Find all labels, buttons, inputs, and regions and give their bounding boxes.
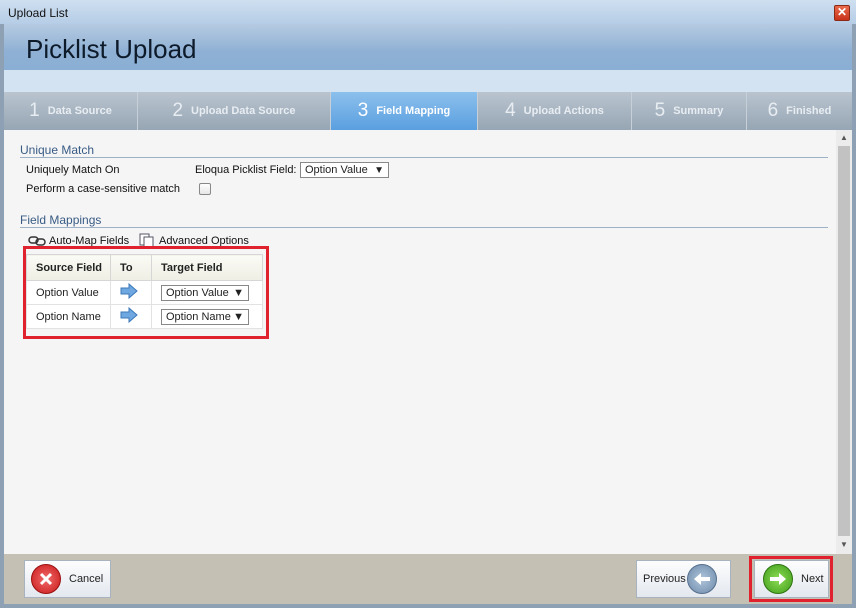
step-number: 2 [172,100,184,121]
step-label: Upload Actions [523,105,604,117]
scroll-down-icon[interactable]: ▼ [840,540,848,549]
wizard-steps: 1 Data Source 2 Upload Data Source 3 Fie… [4,92,852,130]
step-summary[interactable]: 5 Summary [632,92,747,130]
step-number: 1 [29,100,40,121]
window-title: Upload List [8,6,69,20]
vertical-scrollbar[interactable]: ▲ ▼ [836,130,852,554]
cancel-button[interactable]: Cancel [24,560,111,598]
step-label: Data Source [47,105,112,117]
cancel-icon [31,564,61,594]
previous-button[interactable]: Previous [636,560,731,598]
cancel-label: Cancel [69,573,104,585]
step-number: 3 [357,100,369,121]
scroll-up-icon[interactable]: ▲ [840,133,848,142]
header-band [4,70,852,92]
step-label: Summary [673,105,724,117]
step-label: Field Mapping [376,105,451,117]
picklist-field-label: Eloqua Picklist Field: [195,164,297,176]
unique-match-heading: Unique Match [20,143,828,158]
step-number: 5 [654,100,666,121]
mapping-highlight [23,246,269,339]
arrow-left-icon [686,564,717,594]
step-label: Finished [786,105,832,117]
step-finished[interactable]: 6 Finished [747,92,852,130]
step-field-mapping[interactable]: 3 Field Mapping [331,92,478,130]
select-value: Option Value [305,164,368,176]
case-sensitive-label: Perform a case-sensitive match [26,183,181,195]
step-number: 4 [505,100,516,121]
step-upload-actions[interactable]: 4 Upload Actions [478,92,632,130]
uniquely-match-on-label: Uniquely Match On [26,164,120,176]
page-header: Picklist Upload [4,24,852,70]
step-number: 6 [767,100,779,121]
step-upload-data-source[interactable]: 2 Upload Data Source [138,92,331,130]
previous-label: Previous [643,573,686,585]
upload-list-dialog: Upload List ✕ Picklist Upload 1 Data Sou… [0,0,856,608]
step-data-source[interactable]: 1 Data Source [4,92,138,130]
case-sensitive-checkbox[interactable] [199,183,211,195]
close-icon[interactable]: ✕ [834,5,850,21]
field-mappings-heading: Field Mappings [20,213,828,228]
scroll-thumb[interactable] [838,146,850,536]
title-bar: Upload List ✕ [0,0,856,24]
next-highlight [749,556,833,602]
chevron-down-icon: ▼ [374,164,384,176]
step-label: Upload Data Source [191,105,296,117]
page-title: Picklist Upload [26,34,197,64]
picklist-field-select[interactable]: Option Value ▼ [300,162,389,178]
